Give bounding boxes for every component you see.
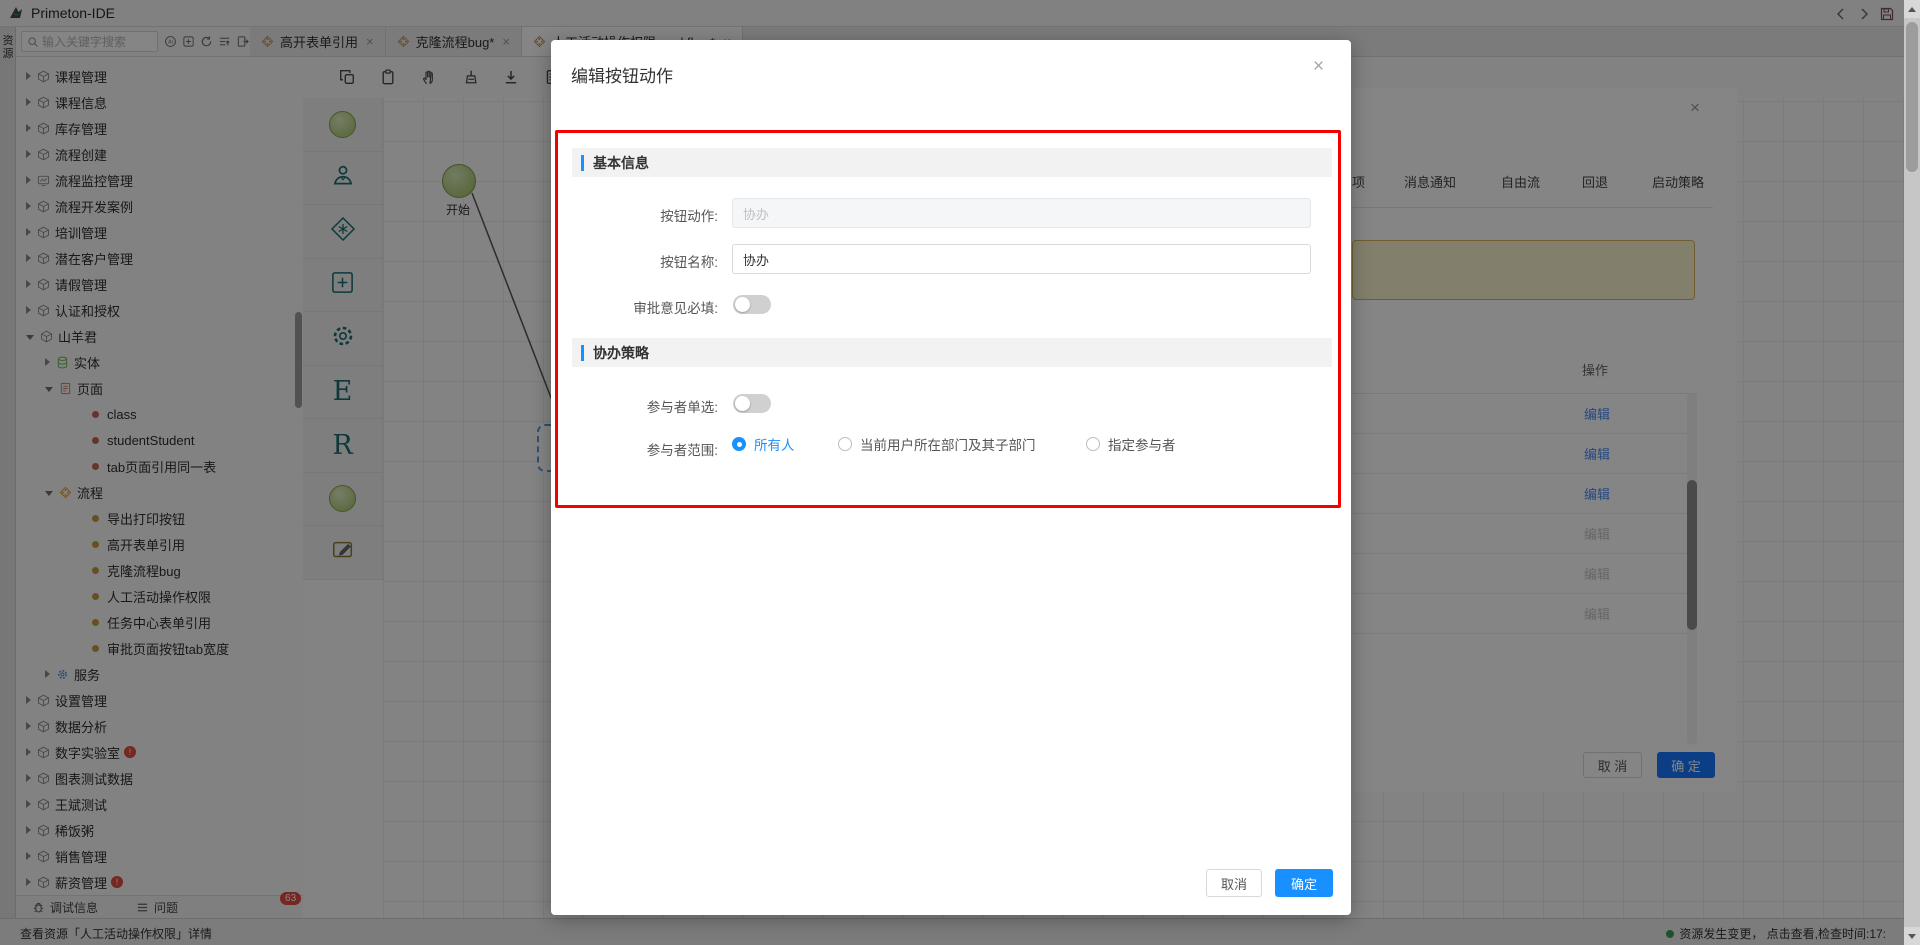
comment-required-toggle[interactable] xyxy=(733,295,771,314)
section-accent-bar xyxy=(581,154,584,171)
radio-icon[interactable] xyxy=(838,437,852,451)
edit-button-action-modal: 编辑按钮动作 × 基本信息 按钮动作: 按钮名称: 审批意见必填: 协办策略 参… xyxy=(551,40,1351,915)
window-scrollbar[interactable] xyxy=(1904,0,1920,945)
section-assist-policy: 协办策略 xyxy=(572,338,1332,367)
radio-label: 当前用户所在部门及其子部门 xyxy=(860,438,1036,453)
single-participant-toggle[interactable] xyxy=(733,394,771,413)
radio-label: 指定参与者 xyxy=(1108,438,1176,453)
modal-cancel-button[interactable]: 取消 xyxy=(1206,869,1262,897)
scroll-down-icon[interactable] xyxy=(1904,927,1920,945)
scope-radio-option[interactable]: 所有人 xyxy=(732,434,795,454)
button-name-input[interactable] xyxy=(732,244,1311,274)
modal-close-icon[interactable]: × xyxy=(1313,56,1324,78)
button-name-label: 按钮名称: xyxy=(660,255,718,270)
modal-ok-button[interactable]: 确定 xyxy=(1275,869,1333,897)
radio-icon[interactable] xyxy=(1086,437,1100,451)
scrollbar-thumb[interactable] xyxy=(1906,22,1918,172)
single-participant-label: 参与者单选: xyxy=(646,400,718,415)
radio-label: 所有人 xyxy=(754,438,795,453)
section-basic-info: 基本信息 xyxy=(572,148,1332,177)
comment-required-label: 审批意见必填: xyxy=(633,301,718,316)
scope-radio-option[interactable]: 当前用户所在部门及其子部门 xyxy=(838,434,1036,454)
section-accent-bar xyxy=(581,344,584,361)
modal-title: 编辑按钮动作 xyxy=(571,67,673,86)
scroll-up-icon[interactable] xyxy=(1904,0,1920,18)
button-action-label: 按钮动作: xyxy=(660,209,718,224)
ide-window: Primeton-IDE 资源 AI 课程管理课程信息库存管理流程创建流程监控管… xyxy=(0,0,1920,945)
participant-scope-label: 参与者范围: xyxy=(646,443,718,458)
scope-radio-option[interactable]: 指定参与者 xyxy=(1086,434,1176,454)
button-action-input[interactable] xyxy=(732,198,1311,228)
radio-icon[interactable] xyxy=(732,437,746,451)
